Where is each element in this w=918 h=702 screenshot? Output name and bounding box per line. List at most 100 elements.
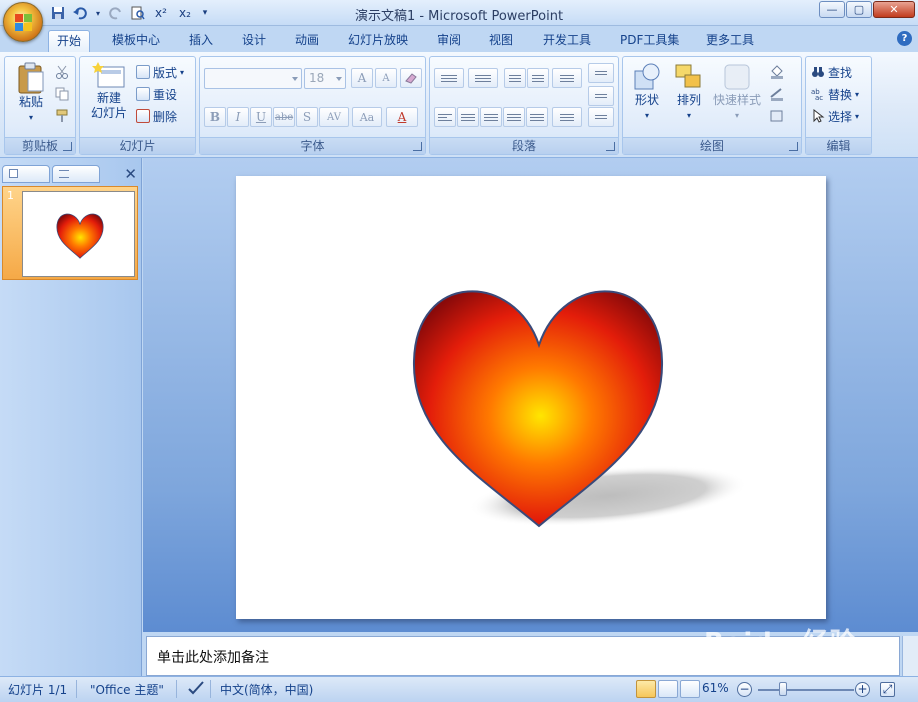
window-controls: — ▢ ✕ (819, 1, 915, 18)
select-button[interactable]: 选择 ▾ (811, 107, 859, 125)
paste-icon (18, 62, 44, 94)
outline-color-icon[interactable] (769, 85, 791, 103)
drawing-launcher-icon[interactable] (789, 142, 798, 151)
group-paragraph: 段落 (429, 56, 619, 155)
align-left-button[interactable] (434, 107, 456, 127)
clear-format-button[interactable] (400, 68, 422, 88)
tab-design[interactable]: 设计 (234, 30, 274, 52)
zoom-slider[interactable] (758, 689, 854, 691)
find-button[interactable]: 查找 (811, 63, 852, 81)
slide-sorter-view-button[interactable] (658, 680, 678, 698)
grow-font-button[interactable]: A (351, 68, 373, 88)
smartart-button[interactable] (588, 107, 614, 127)
spellcheck-icon[interactable] (188, 681, 204, 698)
new-slide-icon (92, 62, 125, 88)
char-spacing-button[interactable]: AV (319, 107, 349, 127)
heart-shape[interactable] (236, 176, 826, 619)
replace-button[interactable]: ab ac 替换 ▾ (811, 85, 859, 103)
font-launcher-icon[interactable] (413, 142, 422, 151)
delete-slide-button[interactable]: 删除 (136, 107, 177, 125)
shadow-button[interactable]: S (296, 107, 318, 127)
line-spacing-button[interactable] (552, 68, 582, 88)
vertical-scrollbar[interactable] (902, 636, 918, 676)
minimize-button[interactable]: — (819, 1, 845, 18)
numbering-button[interactable] (468, 68, 498, 88)
copy-icon[interactable] (55, 85, 69, 103)
tab-animation[interactable]: 动画 (287, 30, 327, 52)
outline-tab[interactable] (52, 165, 100, 183)
font-size-combo[interactable]: 18 (304, 68, 346, 89)
panel-tabs: ✕ (0, 162, 142, 183)
group-label-slides: 幻灯片 (80, 137, 195, 154)
cut-icon[interactable] (55, 63, 69, 81)
slides-tab[interactable] (2, 165, 50, 183)
tab-template-center[interactable]: 模板中心 (104, 30, 168, 52)
layout-button[interactable]: 版式 ▾ (136, 63, 184, 81)
justify-button[interactable] (503, 107, 525, 127)
tab-developer[interactable]: 开发工具 (535, 30, 599, 52)
group-label-font: 字体 (200, 137, 425, 154)
format-painter-icon[interactable] (55, 107, 69, 125)
quick-styles-icon (724, 64, 750, 90)
zoom-out-icon[interactable]: − (737, 682, 752, 697)
paste-button[interactable]: 粘贴 ▾ (11, 61, 51, 125)
zoom-in-icon[interactable]: + (855, 682, 870, 697)
arrange-button[interactable]: 排列 ▾ (669, 61, 709, 123)
notes-pane[interactable]: 单击此处添加备注 (146, 636, 900, 676)
help-icon[interactable]: ? (897, 31, 912, 46)
shapes-button[interactable]: 形状 ▾ (627, 61, 667, 123)
clipboard-launcher-icon[interactable] (63, 142, 72, 151)
tab-more-tools[interactable]: 更多工具 (698, 30, 762, 52)
zoom-level[interactable]: 61% (702, 681, 729, 695)
slides-tab-icon (9, 169, 18, 178)
tab-home[interactable]: 开始 (48, 30, 91, 52)
align-center-button[interactable] (457, 107, 479, 127)
slideshow-view-button[interactable] (680, 680, 700, 698)
arrange-icon (675, 64, 701, 88)
font-color-button[interactable]: A (386, 107, 418, 127)
maximize-button[interactable]: ▢ (846, 1, 872, 18)
italic-button[interactable]: I (227, 107, 249, 127)
notes-placeholder[interactable]: 单击此处添加备注 (157, 647, 269, 667)
office-button[interactable] (3, 2, 43, 42)
status-bar: 幻灯片 1/1 "Office 主题" 中文(简体，中国) 61% − + ⤢ (0, 676, 918, 702)
fill-color-icon[interactable] (769, 63, 791, 81)
close-panel-icon[interactable]: ✕ (124, 165, 137, 183)
close-button[interactable]: ✕ (873, 1, 915, 18)
distribute-button[interactable] (526, 107, 548, 127)
group-label-drawing: 绘图 (623, 137, 801, 154)
bold-button[interactable]: B (204, 107, 226, 127)
increase-indent-button[interactable] (527, 68, 549, 88)
group-label-paragraph: 段落 (430, 137, 618, 154)
columns-button[interactable] (552, 107, 582, 127)
font-name-combo[interactable] (204, 68, 302, 89)
decrease-indent-button[interactable] (504, 68, 526, 88)
bullets-button[interactable] (434, 68, 464, 88)
language-status[interactable]: 中文(简体，中国) (220, 681, 313, 698)
underline-button[interactable]: U (250, 107, 272, 127)
change-case-button[interactable]: Aa (352, 107, 382, 127)
shrink-font-button[interactable]: A (375, 68, 397, 88)
slide-canvas[interactable] (236, 176, 826, 619)
reset-button[interactable]: 重设 (136, 85, 177, 103)
strikethrough-button[interactable]: abe (273, 107, 295, 127)
slide-thumbnail[interactable] (22, 191, 135, 277)
tab-insert[interactable]: 插入 (181, 30, 221, 52)
tab-view[interactable]: 视图 (481, 30, 521, 52)
fit-to-window-icon[interactable]: ⤢ (880, 682, 895, 697)
align-right-button[interactable] (480, 107, 502, 127)
text-direction-button[interactable] (588, 63, 614, 83)
paragraph-launcher-icon[interactable] (606, 142, 615, 151)
tab-slideshow[interactable]: 幻灯片放映 (340, 30, 416, 52)
binoculars-icon (812, 67, 824, 77)
slide-thumbnail-item[interactable]: 1 (2, 186, 138, 280)
normal-view-button[interactable] (636, 680, 656, 698)
eraser-icon (405, 73, 417, 84)
quick-styles-button[interactable]: 快速样式 ▾ (711, 61, 763, 123)
new-slide-button[interactable]: 新建 幻灯片 (84, 61, 134, 121)
align-text-button[interactable] (588, 86, 614, 106)
zoom-slider-thumb[interactable] (779, 682, 787, 696)
shape-effects-icon[interactable] (769, 107, 791, 125)
tab-pdf-tools[interactable]: PDF工具集 (612, 30, 687, 52)
tab-review[interactable]: 审阅 (429, 30, 469, 52)
